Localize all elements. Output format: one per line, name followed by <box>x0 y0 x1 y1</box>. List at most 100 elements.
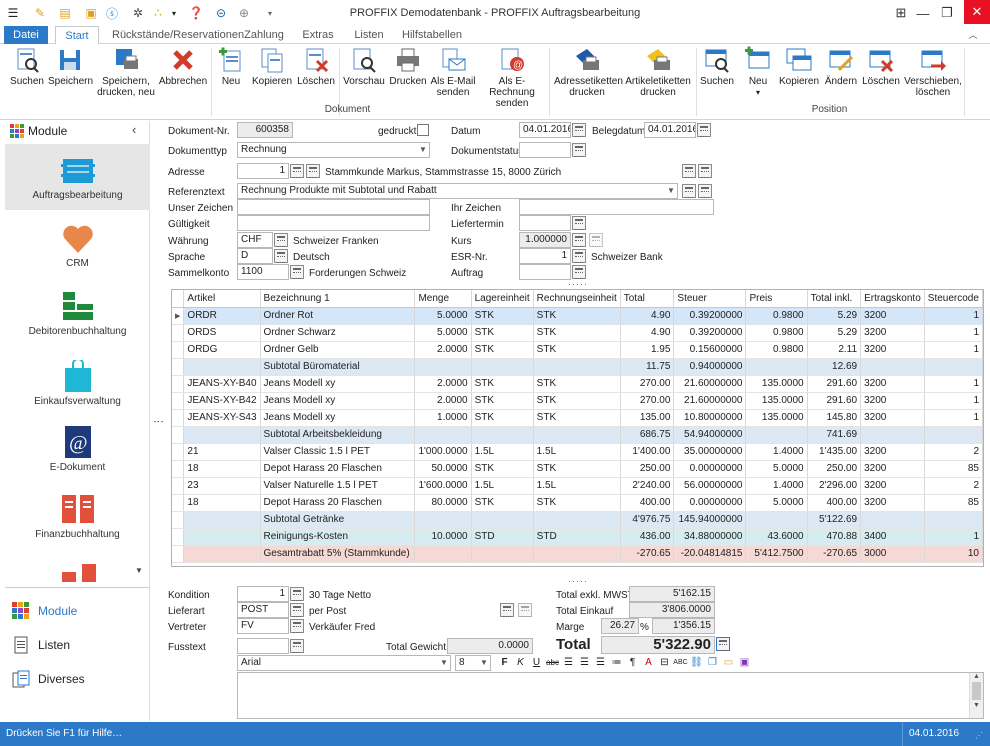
open-file-icon[interactable]: ▭ <box>721 655 736 670</box>
gedruckt-checkbox[interactable] <box>417 124 429 136</box>
dokumentstatus-field[interactable] <box>519 142 571 158</box>
align-center-icon[interactable]: ☰ <box>577 655 592 670</box>
kurs-lookup-icon[interactable] <box>572 233 586 247</box>
copy-text-icon[interactable]: ❐ <box>705 655 720 670</box>
table-cell[interactable]: 2.0000 <box>414 375 472 393</box>
table-cell[interactable]: 1 <box>924 307 983 325</box>
row-indicator[interactable] <box>172 511 185 529</box>
table-cell[interactable]: 5.0000 <box>745 494 808 512</box>
table-cell[interactable]: Reinigungs-Kosten <box>260 528 416 546</box>
table-cell[interactable] <box>414 426 472 444</box>
align-right-icon[interactable]: ☰ <box>593 655 608 670</box>
table-cell[interactable]: 0.39200000 <box>673 307 747 325</box>
auftrag-field[interactable] <box>519 264 571 280</box>
column-header[interactable]: Artikel <box>183 290 261 308</box>
chevron-down-icon[interactable]: ▼ <box>417 143 429 157</box>
table-cell[interactable]: STK <box>533 307 621 325</box>
table-cell[interactable]: 56.00000000 <box>673 477 747 495</box>
column-header[interactable]: Ertragskonto <box>860 290 925 308</box>
table-row[interactable]: ▶ ORDR Ordner Rot 5.0000 STK STK 4.90 0.3920000… <box>172 307 983 325</box>
belegdatum-field[interactable]: 04.01.2016 <box>644 122 696 138</box>
row-indicator[interactable] <box>172 392 185 410</box>
table-cell[interactable]: 2.0000 <box>414 341 472 359</box>
table-cell[interactable]: 35.00000000 <box>673 443 747 461</box>
table-cell[interactable]: 5.0000 <box>745 460 808 478</box>
table-cell[interactable]: 1 <box>924 392 983 410</box>
table-cell[interactable]: STK <box>533 375 621 393</box>
column-header[interactable]: Menge <box>414 290 472 308</box>
e-rechnung-senden-button[interactable]: @ Als E-Rechnung senden <box>478 46 546 109</box>
row-indicator[interactable] <box>172 460 185 478</box>
table-cell[interactable]: 135.00 <box>620 409 675 427</box>
table-cell[interactable] <box>471 545 534 563</box>
table-cell[interactable]: 0.9800 <box>745 341 808 359</box>
more-module-icon[interactable] <box>62 564 96 582</box>
kurs-refresh-icon[interactable] <box>589 233 603 247</box>
table-cell[interactable]: 18 <box>183 494 261 512</box>
total-refresh-icon[interactable] <box>716 637 730 651</box>
tab-rueckstaende[interactable]: Rückstände/Reservationen <box>112 26 244 44</box>
chevron-down-icon[interactable]: ▼ <box>665 184 677 198</box>
waehrung-field[interactable]: CHF <box>237 232 273 248</box>
table-cell[interactable]: STD <box>533 528 621 546</box>
table-cell[interactable]: 85 <box>924 494 983 512</box>
table-cell[interactable]: 135.0000 <box>745 409 808 427</box>
table-cell[interactable] <box>924 511 983 529</box>
table-cell[interactable]: -270.65 <box>620 545 675 563</box>
row-indicator[interactable] <box>172 341 185 359</box>
table-cell[interactable]: 34.88000000 <box>673 528 747 546</box>
table-cell[interactable]: 1.5L <box>471 443 534 461</box>
table-cell[interactable]: 5.29 <box>807 307 862 325</box>
table-cell[interactable]: -20.04814815 <box>673 545 747 563</box>
table-cell[interactable]: 85 <box>924 460 983 478</box>
table-cell[interactable]: 5'122.69 <box>807 511 862 529</box>
table-cell[interactable]: Subtotal Getränke <box>260 511 416 529</box>
table-row[interactable]: 18 Depot Harass 20 Flaschen 80.0000 STK STK 4… <box>172 494 983 512</box>
table-cell[interactable] <box>745 358 808 376</box>
speichern-button[interactable]: Speichern <box>48 46 93 87</box>
save-text-icon[interactable]: ▣ <box>737 655 752 670</box>
table-cell[interactable]: 3000 <box>860 545 925 563</box>
paragraph-icon[interactable]: ¶ <box>625 655 640 670</box>
adressetiketten-drucken-button[interactable]: Adressetiketten drucken <box>554 46 623 98</box>
table-cell[interactable]: 18 <box>183 460 261 478</box>
tab-start[interactable]: Start <box>55 26 99 45</box>
image-icon[interactable] <box>500 603 514 617</box>
module-finanzbuchhaltung[interactable]: Finanzbuchhaltung <box>5 495 150 540</box>
dokument-nr-field[interactable]: 600358 <box>237 122 293 138</box>
table-cell[interactable]: 1.4000 <box>745 477 808 495</box>
referenztext-edit-icon[interactable] <box>698 184 712 198</box>
total-exkl-field[interactable]: 5'162.15 <box>629 586 715 602</box>
column-header[interactable]: Total inkl. <box>807 290 862 308</box>
position-kopieren-button[interactable]: Kopieren <box>778 46 820 87</box>
table-cell[interactable]: 0.15600000 <box>673 341 747 359</box>
fusstext-lookup-icon[interactable] <box>290 639 304 653</box>
font-select[interactable]: Arial <box>237 655 451 671</box>
loeschen-button[interactable]: Löschen <box>296 46 336 87</box>
table-cell[interactable]: 2 <box>924 477 983 495</box>
table-cell[interactable]: 3200 <box>860 341 925 359</box>
table-cell[interactable]: 12.69 <box>807 358 862 376</box>
table-cell[interactable]: Valser Classic 1.5 l PET <box>260 443 416 461</box>
vertreter-lookup-icon[interactable] <box>290 619 304 633</box>
table-cell[interactable]: 686.75 <box>620 426 675 444</box>
table-cell[interactable]: Jeans Modell xy <box>260 375 416 393</box>
vorschau-button[interactable]: Vorschau <box>342 46 386 87</box>
liefertermin-calendar-icon[interactable] <box>572 216 586 230</box>
tab-hilfstabellen[interactable]: Hilfstabellen <box>400 26 464 44</box>
table-cell[interactable]: 1 <box>924 375 983 393</box>
marge-pct-field[interactable]: 26.27 <box>601 618 639 634</box>
table-row[interactable]: 23 Valser Naturelle 1.5 l PET 1'600.0000 1.… <box>172 477 983 495</box>
module-auftragsbearbeitung[interactable]: Auftragsbearbeitung <box>5 156 150 201</box>
column-header[interactable]: Rechnungseinheit <box>533 290 621 308</box>
table-cell[interactable]: 50.0000 <box>414 460 472 478</box>
artikeletiketten-drucken-button[interactable]: Artikeletiketten drucken <box>624 46 692 98</box>
table-cell[interactable]: STK <box>471 324 534 342</box>
chevron-down-icon[interactable]: ▼ <box>478 656 490 670</box>
row-indicator[interactable] <box>172 358 185 376</box>
table-row[interactable]: JEANS-XY-S43 Jeans Modell xy 1.0000 STK STK 1… <box>172 409 983 427</box>
sammelkonto-lookup-icon[interactable] <box>290 265 304 279</box>
table-cell[interactable] <box>745 426 808 444</box>
table-cell[interactable]: STK <box>533 392 621 410</box>
table-cell[interactable]: 250.00 <box>807 460 862 478</box>
